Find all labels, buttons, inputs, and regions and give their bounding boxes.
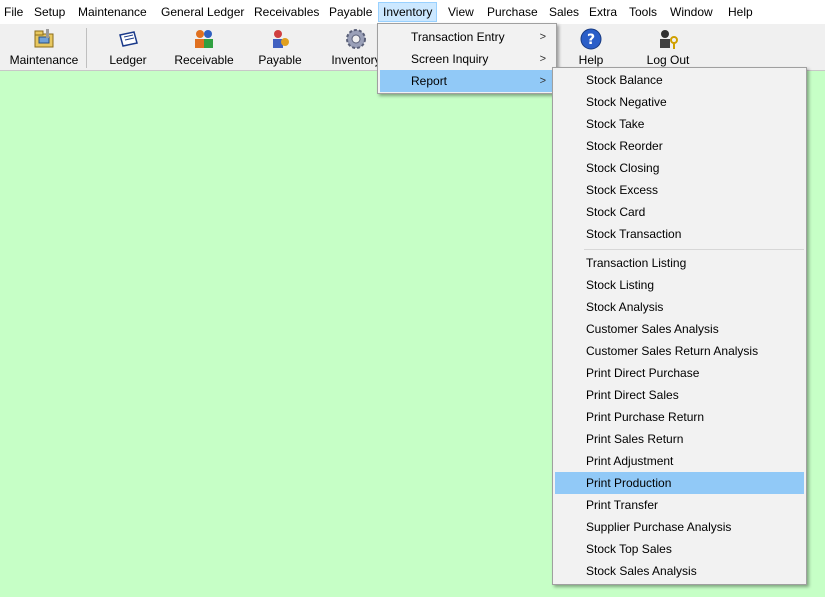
menu-item-print-direct-sales[interactable]: Print Direct Sales — [555, 384, 804, 406]
toolbar-separator — [86, 28, 87, 68]
menu-item-stock-transaction[interactable]: Stock Transaction — [555, 223, 804, 245]
menu-item-label: Print Transfer — [586, 498, 659, 512]
ledger-label: Ledger — [109, 53, 147, 67]
maintenance-label: Maintenance — [9, 53, 79, 67]
menu-item-label: Supplier Purchase Analysis — [586, 520, 732, 534]
menu-file[interactable]: File — [0, 2, 27, 22]
payable-button[interactable]: Payable — [252, 24, 308, 70]
menu-item-label: Print Production — [586, 476, 672, 490]
menu-item-transaction-entry[interactable]: Transaction Entry > — [380, 26, 554, 48]
menu-separator — [584, 249, 804, 250]
submenu-arrow-icon: > — [539, 75, 546, 87]
menu-item-label: Print Adjustment — [586, 454, 674, 468]
receivable-button[interactable]: Receivable — [172, 24, 236, 70]
menu-item-stock-top-sales[interactable]: Stock Top Sales — [555, 538, 804, 560]
menu-item-label: Print Sales Return — [586, 432, 684, 446]
menu-bar: File Setup Maintenance General Ledger Re… — [0, 0, 825, 25]
menu-item-stock-analysis[interactable]: Stock Analysis — [555, 296, 804, 318]
payable-label: Payable — [258, 53, 302, 67]
menu-item-label: Print Direct Sales — [586, 388, 679, 402]
menu-item-label: Report — [411, 74, 448, 88]
menu-item-label: Stock Analysis — [586, 300, 664, 314]
receivable-label: Receivable — [174, 53, 234, 67]
report-submenu: Stock Balance Stock Negative Stock Take … — [552, 67, 807, 585]
menu-item-stock-excess[interactable]: Stock Excess — [555, 179, 804, 201]
customers-icon — [195, 30, 213, 48]
menu-item-label: Print Purchase Return — [586, 410, 705, 424]
menu-general-ledger[interactable]: General Ledger — [157, 2, 248, 22]
help-icon: ? — [580, 28, 602, 50]
menu-item-label: Customer Sales Return Analysis — [586, 344, 759, 358]
help-label: Help — [578, 53, 604, 67]
log-out-label: Log Out — [646, 53, 690, 67]
menu-item-label: Transaction Listing — [586, 256, 687, 270]
ledger-button[interactable]: Ledger — [98, 24, 158, 70]
menu-item-print-direct-purchase[interactable]: Print Direct Purchase — [555, 362, 804, 384]
menu-item-label: Stock Take — [586, 117, 645, 131]
menu-item-stock-negative[interactable]: Stock Negative — [555, 91, 804, 113]
menu-help[interactable]: Help — [724, 2, 757, 22]
menu-item-screen-inquiry[interactable]: Screen Inquiry > — [380, 48, 554, 70]
menu-item-label: Stock Listing — [586, 278, 655, 292]
menu-item-print-transfer[interactable]: Print Transfer — [555, 494, 804, 516]
menu-item-print-sales-return[interactable]: Print Sales Return — [555, 428, 804, 450]
supplier-icon — [273, 30, 289, 48]
menu-view[interactable]: View — [444, 2, 478, 22]
menu-item-label: Stock Sales Analysis — [586, 564, 697, 578]
menu-item-stock-sales-analysis[interactable]: Stock Sales Analysis — [555, 560, 804, 582]
menu-item-label: Customer Sales Analysis — [586, 322, 719, 336]
menu-item-label: Stock Negative — [586, 95, 667, 109]
folder-tools-icon — [34, 29, 54, 48]
maintenance-button[interactable]: Maintenance — [4, 24, 84, 70]
help-button[interactable]: ? Help — [566, 24, 616, 70]
menu-item-label: Screen Inquiry — [411, 52, 489, 66]
menu-tools[interactable]: Tools — [625, 2, 661, 22]
menu-item-stock-card[interactable]: Stock Card — [555, 201, 804, 223]
logout-key-icon — [660, 30, 678, 49]
menu-extra[interactable]: Extra — [585, 2, 621, 22]
submenu-arrow-icon: > — [539, 31, 546, 43]
submenu-arrow-icon: > — [539, 53, 546, 65]
menu-item-label: Stock Reorder — [586, 139, 663, 153]
menu-item-label: Transaction Entry — [411, 30, 505, 44]
menu-item-customer-sales-analysis[interactable]: Customer Sales Analysis — [555, 318, 804, 340]
menu-window[interactable]: Window — [666, 2, 717, 22]
menu-item-report[interactable]: Report > — [380, 70, 554, 92]
ledger-book-icon — [119, 31, 138, 47]
menu-item-label: Stock Balance — [586, 73, 663, 87]
gear-icon — [346, 29, 366, 49]
menu-item-customer-sales-return-analysis[interactable]: Customer Sales Return Analysis — [555, 340, 804, 362]
svg-text:?: ? — [587, 32, 595, 48]
menu-receivables[interactable]: Receivables — [250, 2, 323, 22]
menu-sales[interactable]: Sales — [545, 2, 583, 22]
menu-item-label: Stock Card — [586, 205, 646, 219]
menu-item-stock-take[interactable]: Stock Take — [555, 113, 804, 135]
menu-item-print-purchase-return[interactable]: Print Purchase Return — [555, 406, 804, 428]
menu-item-label: Stock Top Sales — [586, 542, 672, 556]
menu-item-print-adjustment[interactable]: Print Adjustment — [555, 450, 804, 472]
menu-item-transaction-listing[interactable]: Transaction Listing — [555, 252, 804, 274]
menu-item-label: Stock Excess — [586, 183, 659, 197]
menu-item-label: Stock Transaction — [586, 227, 682, 241]
menu-item-supplier-purchase-analysis[interactable]: Supplier Purchase Analysis — [555, 516, 804, 538]
menu-item-print-production[interactable]: Print Production — [555, 472, 804, 494]
inventory-menu: Transaction Entry > Screen Inquiry > Rep… — [377, 23, 557, 94]
menu-inventory[interactable]: Inventory — [378, 2, 438, 22]
menu-item-stock-balance[interactable]: Stock Balance — [555, 69, 804, 91]
menu-item-stock-reorder[interactable]: Stock Reorder — [555, 135, 804, 157]
menu-payable[interactable]: Payable — [325, 2, 376, 22]
log-out-button[interactable]: Log Out — [640, 24, 696, 70]
menu-item-label: Stock Closing — [586, 161, 660, 175]
menu-maintenance[interactable]: Maintenance — [74, 2, 151, 22]
menu-item-stock-closing[interactable]: Stock Closing — [555, 157, 804, 179]
menu-purchase[interactable]: Purchase — [483, 2, 542, 22]
menu-setup[interactable]: Setup — [30, 2, 69, 22]
menu-item-stock-listing[interactable]: Stock Listing — [555, 274, 804, 296]
menu-item-label: Print Direct Purchase — [586, 366, 700, 380]
